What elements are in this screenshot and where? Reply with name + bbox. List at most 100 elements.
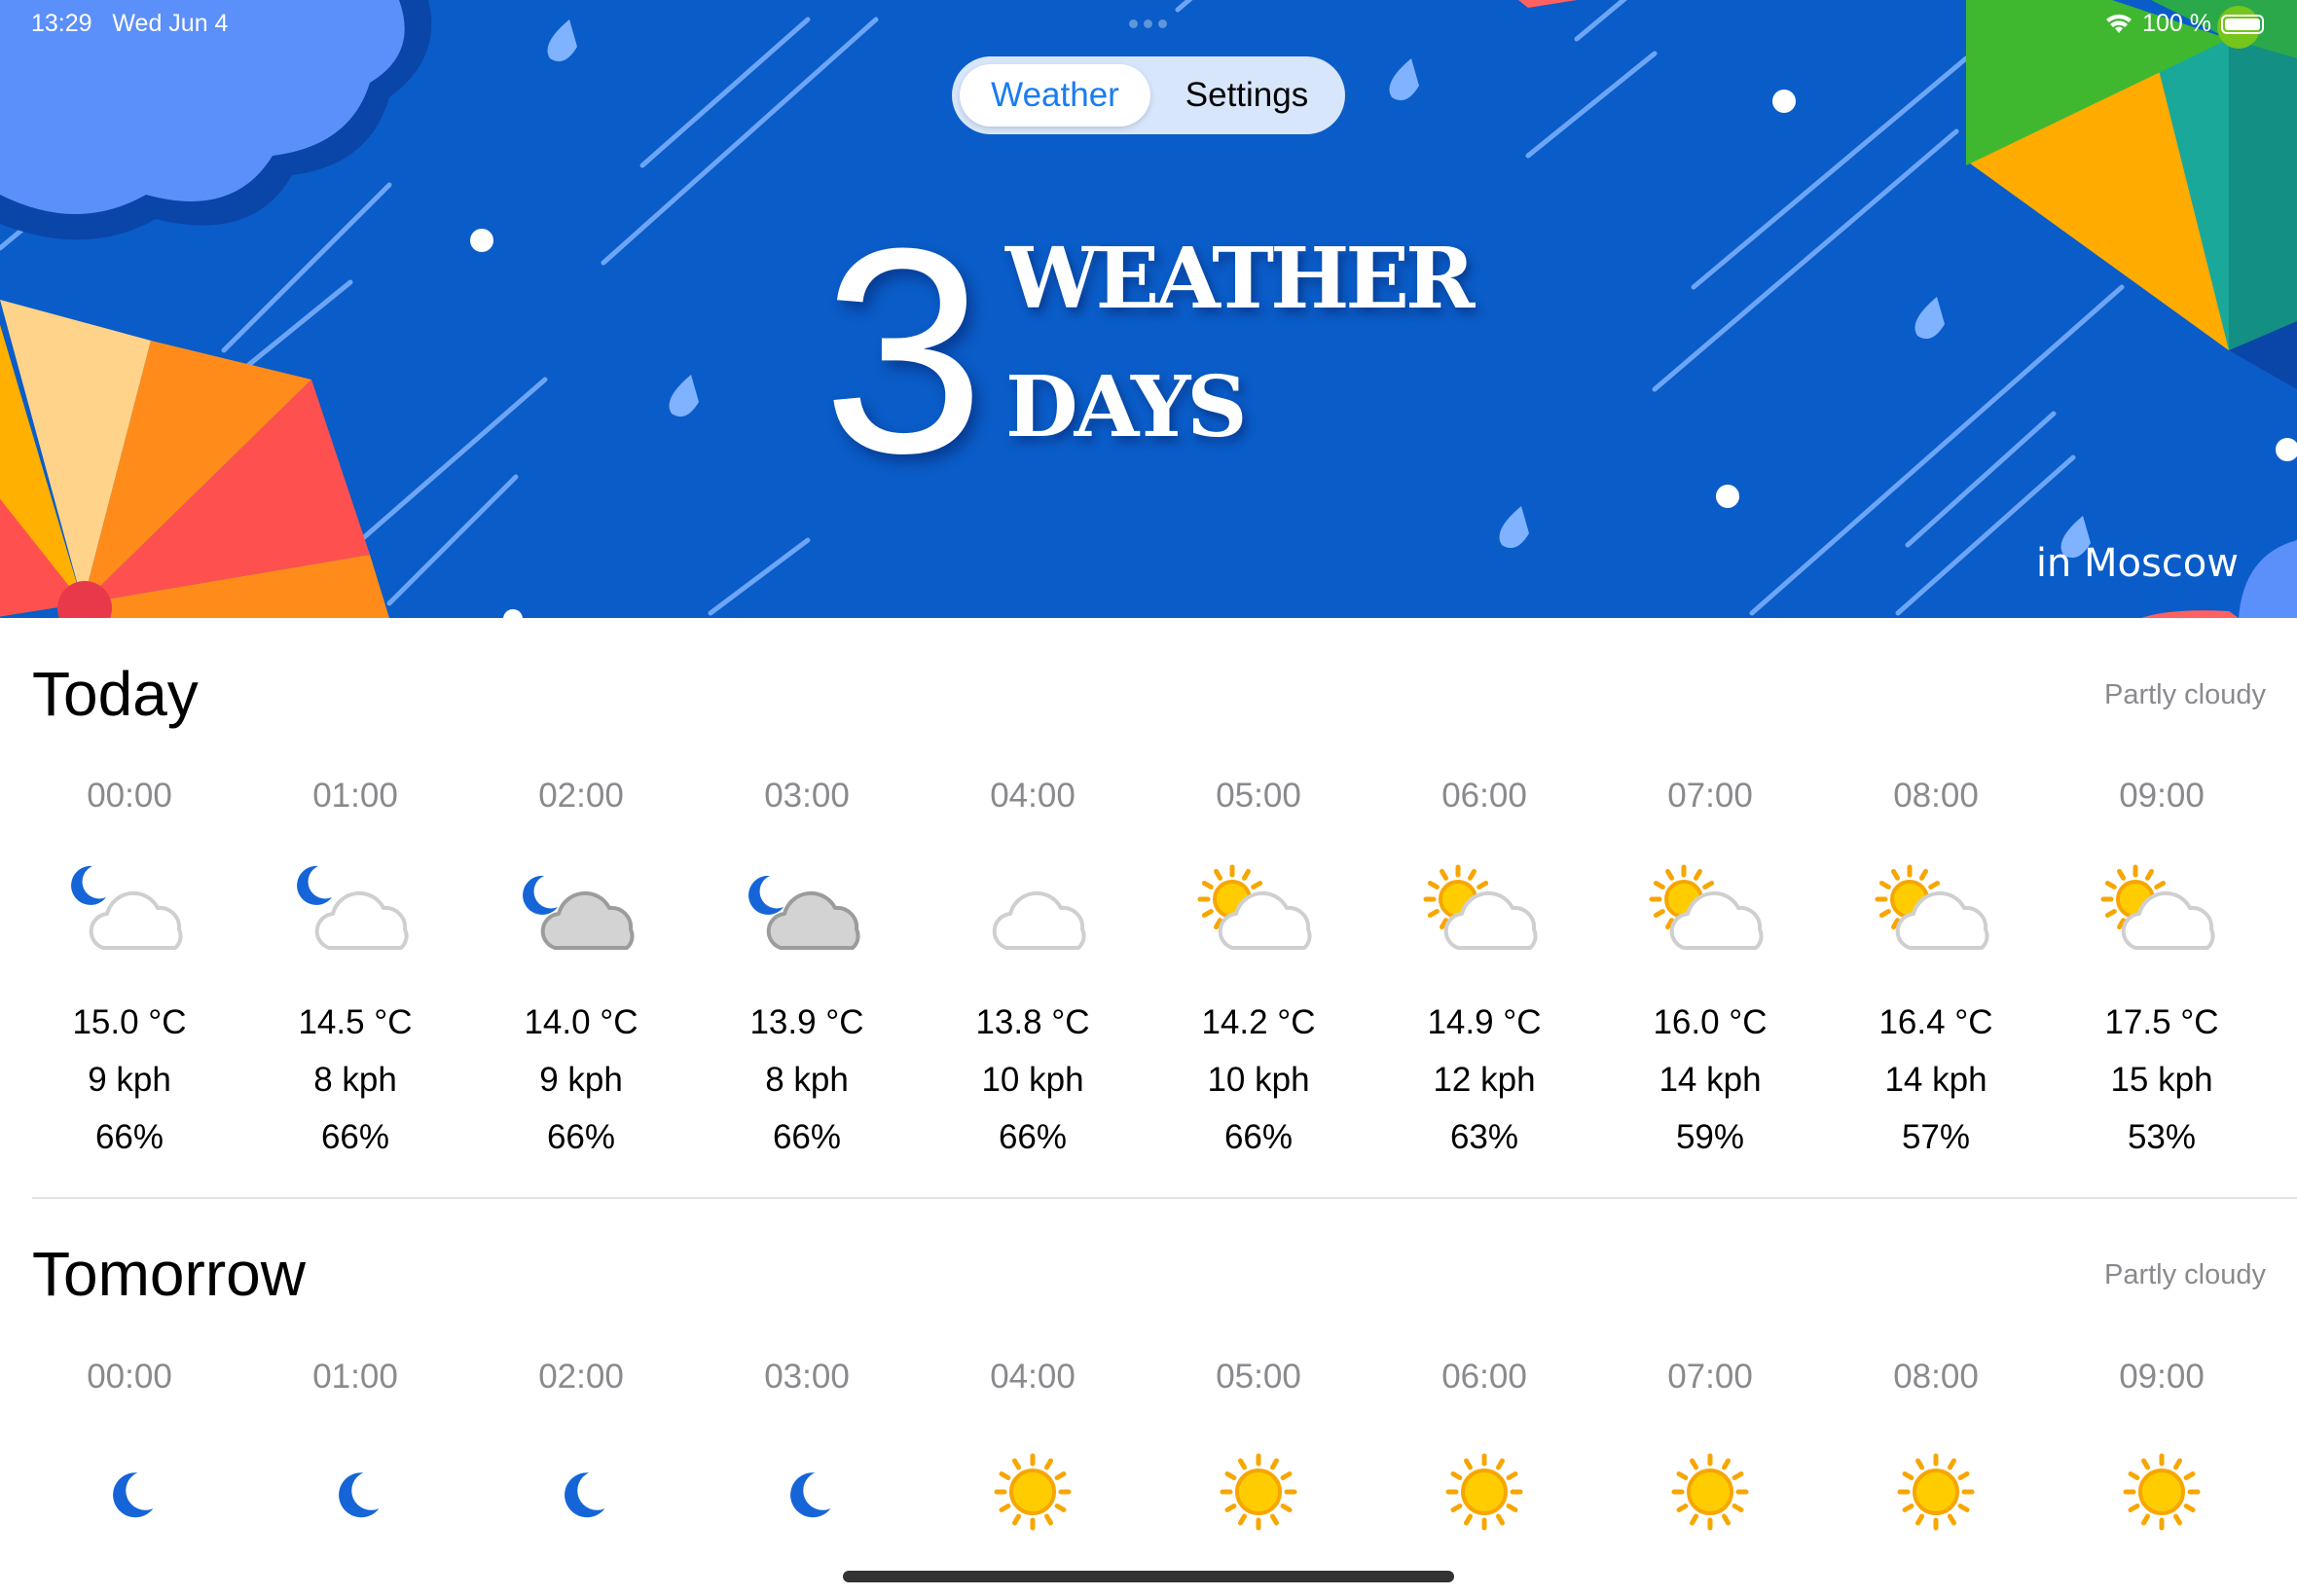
temperature-value: 14.9 °C xyxy=(1427,1003,1542,1041)
moon-grey-cloud-icon xyxy=(518,862,644,960)
home-indicator[interactable] xyxy=(843,1571,1454,1582)
sun-cloud-icon xyxy=(2098,862,2225,960)
sun-cloud-icon xyxy=(1647,862,1773,960)
moon-icon xyxy=(518,1443,644,1541)
hour-time: 03:00 xyxy=(764,777,850,815)
hour-item[interactable]: 00:00 15.0 °C 9 kph 66% xyxy=(32,777,227,1176)
hour-time: 02:00 xyxy=(538,1358,624,1396)
hour-time: 07:00 xyxy=(1667,1358,1753,1396)
hero-number: 3 xyxy=(822,187,985,514)
tab-switcher: Weather Settings xyxy=(952,56,1345,134)
sun-cloud-icon xyxy=(1873,862,1999,960)
hour-time: 05:00 xyxy=(1216,1358,1301,1396)
hour-item[interactable]: 05:00 14.2 °C 10 kph 66% xyxy=(1161,777,1356,1176)
humidity-value: 66% xyxy=(772,1118,842,1156)
wind-value: 12 kph xyxy=(1433,1061,1536,1099)
sun-icon xyxy=(1421,1443,1548,1541)
hour-item[interactable]: 08:00 16.4 °C 14 kph 57% xyxy=(1839,777,2033,1176)
wind-value: 9 kph xyxy=(88,1061,171,1099)
condition-today: Partly cloudy xyxy=(2103,679,2266,710)
humidity-value: 53% xyxy=(2127,1118,2197,1156)
wind-value: 10 kph xyxy=(1207,1061,1310,1099)
temperature-value: 16.0 °C xyxy=(1653,1003,1768,1041)
hour-time: 07:00 xyxy=(1667,777,1753,815)
sun-icon xyxy=(2098,1443,2225,1541)
wind-value: 8 kph xyxy=(313,1061,397,1099)
status-bar-right: 100 % xyxy=(2105,10,2264,38)
hour-time: 03:00 xyxy=(764,1358,850,1396)
tab-settings[interactable]: Settings xyxy=(1156,64,1337,127)
hour-item[interactable]: 07:00 xyxy=(1613,1358,1807,1541)
sun-cloud-icon xyxy=(1421,862,1548,960)
hero-title-line2: DAYS xyxy=(1005,358,1248,456)
hour-item[interactable]: 05:00 xyxy=(1161,1358,1356,1541)
hour-time: 00:00 xyxy=(87,1358,172,1396)
sun-icon xyxy=(1195,1443,1322,1541)
temperature-value: 14.0 °C xyxy=(524,1003,638,1041)
temperature-value: 13.9 °C xyxy=(749,1003,864,1041)
sun-icon xyxy=(1647,1443,1773,1541)
hero-banner: 13:29 Wed Jun 4 100 % Weather Settings 3… xyxy=(0,0,2297,618)
temperature-value: 14.2 °C xyxy=(1201,1003,1316,1041)
hour-time: 08:00 xyxy=(1893,1358,1979,1396)
hour-item[interactable]: 01:00 14.5 °C 8 kph 66% xyxy=(258,777,453,1176)
humidity-value: 59% xyxy=(1675,1118,1745,1156)
status-time: 13:29 xyxy=(31,10,92,37)
hour-item[interactable]: 02:00 14.0 °C 9 kph 66% xyxy=(484,777,678,1176)
wind-value: 14 kph xyxy=(1659,1061,1762,1099)
hour-time: 01:00 xyxy=(312,777,398,815)
humidity-value: 66% xyxy=(320,1118,390,1156)
cloud-icon xyxy=(969,862,1096,960)
section-title-today: Today xyxy=(32,659,199,729)
status-bar-time: 13:29 Wed Jun 4 xyxy=(31,10,228,38)
temperature-value: 14.5 °C xyxy=(298,1003,413,1041)
wind-value: 14 kph xyxy=(1884,1061,1987,1099)
sun-icon xyxy=(969,1443,1096,1541)
humidity-value: 66% xyxy=(546,1118,616,1156)
moon-cloud-icon xyxy=(66,862,193,960)
temperature-value: 17.5 °C xyxy=(2104,1003,2219,1041)
battery-icon xyxy=(2221,14,2264,34)
hour-time: 04:00 xyxy=(990,777,1076,815)
wind-value: 15 kph xyxy=(2110,1061,2213,1099)
wifi-icon xyxy=(2106,14,2133,33)
temperature-value: 13.8 °C xyxy=(975,1003,1090,1041)
moon-grey-cloud-icon xyxy=(744,862,870,960)
hour-item[interactable]: 01:00 xyxy=(258,1358,453,1541)
moon-icon xyxy=(66,1443,193,1541)
hour-item[interactable]: 09:00 xyxy=(2064,1358,2259,1541)
hour-time: 05:00 xyxy=(1216,777,1301,815)
hour-item[interactable]: 03:00 xyxy=(710,1358,904,1541)
hour-item[interactable]: 00:00 xyxy=(32,1358,227,1541)
multitasking-dots[interactable] xyxy=(1129,19,1167,28)
hour-item[interactable]: 08:00 xyxy=(1839,1358,2033,1541)
moon-icon xyxy=(744,1443,870,1541)
moon-cloud-icon xyxy=(292,862,419,960)
hour-time: 09:00 xyxy=(2119,1358,2205,1396)
humidity-value: 66% xyxy=(998,1118,1068,1156)
hour-item[interactable]: 04:00 xyxy=(935,1358,1130,1541)
hour-time: 04:00 xyxy=(990,1358,1076,1396)
hour-time: 06:00 xyxy=(1441,777,1527,815)
hour-item[interactable]: 06:00 14.9 °C 12 kph 63% xyxy=(1387,777,1582,1176)
hour-time: 08:00 xyxy=(1893,777,1979,815)
humidity-value: 66% xyxy=(94,1118,164,1156)
section-divider xyxy=(32,1197,2297,1199)
hour-item[interactable]: 07:00 16.0 °C 14 kph 59% xyxy=(1613,777,1807,1176)
hour-item[interactable]: 04:00 13.8 °C 10 kph 66% xyxy=(935,777,1130,1176)
status-date: Wed Jun 4 xyxy=(112,10,229,37)
hour-item[interactable]: 06:00 xyxy=(1387,1358,1582,1541)
tab-weather[interactable]: Weather xyxy=(960,64,1150,127)
hour-item[interactable]: 03:00 13.9 °C 8 kph 66% xyxy=(710,777,904,1176)
wind-value: 8 kph xyxy=(765,1061,849,1099)
temperature-value: 15.0 °C xyxy=(72,1003,187,1041)
wind-value: 9 kph xyxy=(539,1061,623,1099)
hour-item[interactable]: 02:00 xyxy=(484,1358,678,1541)
hour-time: 09:00 xyxy=(2119,777,2205,815)
hour-time: 02:00 xyxy=(538,777,624,815)
humidity-value: 63% xyxy=(1449,1118,1519,1156)
humidity-value: 57% xyxy=(1901,1118,1971,1156)
sun-cloud-icon xyxy=(1195,862,1322,960)
wind-value: 10 kph xyxy=(981,1061,1084,1099)
hour-item[interactable]: 09:00 17.5 °C 15 kph 53% xyxy=(2064,777,2259,1176)
